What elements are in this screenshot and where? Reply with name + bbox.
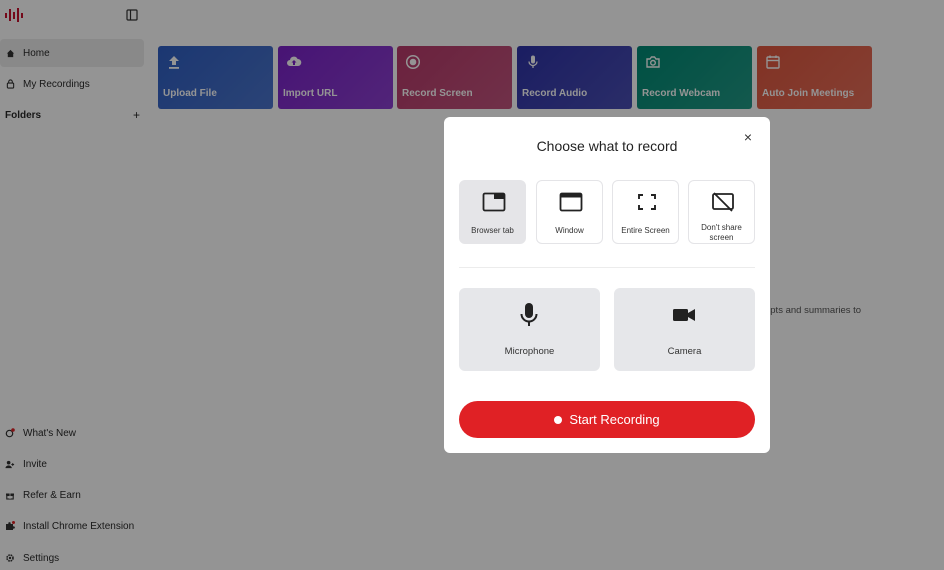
microphone-icon — [520, 303, 538, 326]
window-icon — [559, 192, 583, 212]
option-label: Entire Screen — [621, 226, 670, 235]
option-label: Don't share screen — [701, 223, 742, 242]
dialog-title: Choose what to record — [536, 138, 678, 154]
device-label: Camera — [667, 346, 702, 357]
option-browser-tab[interactable]: Browser tab — [459, 180, 526, 244]
start-recording-label: Start Recording — [569, 412, 660, 427]
record-dot-icon — [554, 415, 563, 424]
start-recording-button[interactable]: Start Recording — [459, 401, 755, 438]
close-icon[interactable]: × — [742, 130, 754, 144]
camera-toggle[interactable]: Camera — [614, 288, 755, 371]
record-options-dialog: Choose what to record × Browser tab Wind… — [444, 117, 770, 453]
option-dont-share-screen[interactable]: Don't share screen — [688, 180, 755, 244]
option-window[interactable]: Window — [536, 180, 603, 244]
divider — [459, 267, 755, 268]
option-label: Window — [555, 226, 584, 235]
fullscreen-icon — [638, 194, 656, 210]
no-screen-icon — [712, 192, 734, 212]
device-label: Microphone — [504, 346, 555, 357]
option-label: Browser tab — [471, 226, 514, 235]
option-entire-screen[interactable]: Entire Screen — [612, 180, 679, 244]
browser-tab-icon — [482, 192, 506, 212]
camera-icon — [673, 309, 695, 321]
microphone-toggle[interactable]: Microphone — [459, 288, 600, 371]
